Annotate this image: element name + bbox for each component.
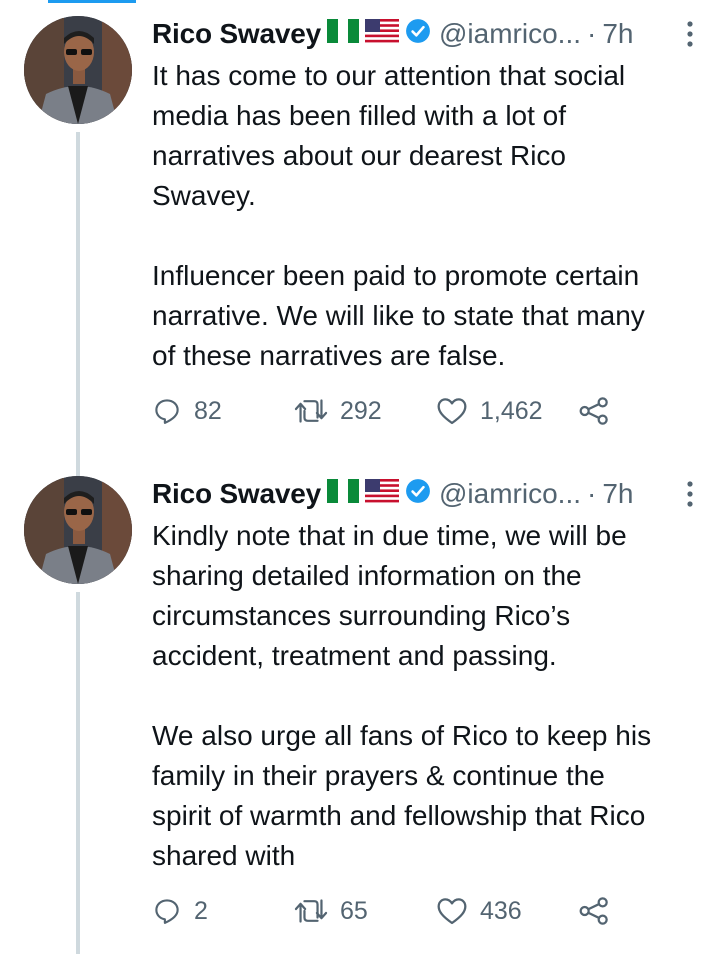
- tweet-text: Kindly note that in due time, we will be…: [152, 516, 700, 876]
- thread-line: [76, 592, 80, 954]
- text-line: of these narratives are false.: [152, 340, 506, 371]
- author-name[interactable]: Rico Swavey: [152, 478, 321, 510]
- usa-flag-icon: [365, 18, 399, 50]
- text-line: accident, treatment and passing.: [152, 640, 557, 671]
- reply-button[interactable]: 2: [152, 896, 294, 926]
- tweet-text: It has come to our attention that social…: [152, 56, 700, 376]
- retweet-count: 65: [340, 896, 368, 925]
- tweet-header: Rico Swavey @iamrico... · 7h: [152, 472, 700, 516]
- usa-flag-icon: [365, 478, 399, 510]
- text-line: spirit of warmth and fellowship that Ric…: [152, 800, 646, 831]
- tweet-header: Rico Swavey @iamrico... · 7h: [152, 12, 700, 56]
- avatar[interactable]: [24, 16, 132, 124]
- author-handle[interactable]: @iamrico...: [439, 478, 581, 510]
- share-icon: [579, 397, 608, 425]
- text-line: Kindly note that in due time, we will be: [152, 520, 627, 551]
- text-line: narratives about our dearest Rico: [152, 140, 566, 171]
- reply-icon: [155, 899, 179, 924]
- separator-dot: ·: [587, 18, 597, 49]
- tweet-actions: 2 65 436: [152, 896, 610, 926]
- author-name[interactable]: Rico Swavey: [152, 18, 321, 50]
- tweet[interactable]: Rico Swavey @iamrico... · 7h Kindly note…: [0, 472, 720, 954]
- text-line: narrative. We will like to state that ma…: [152, 300, 645, 331]
- tweet-actions: 82 292 1,462: [152, 396, 610, 426]
- reply-icon: [155, 399, 179, 424]
- text-line: Swavey.: [152, 180, 256, 211]
- thread-line: [76, 132, 80, 477]
- top-accent-bar: [48, 0, 136, 3]
- avatar[interactable]: [24, 476, 132, 584]
- text-line: We also urge all fans of Rico to keep hi…: [152, 720, 652, 751]
- reply-count: 82: [194, 396, 222, 425]
- more-options-icon[interactable]: [684, 20, 696, 53]
- nigeria-flag-icon: [327, 18, 359, 50]
- verified-badge-icon: [405, 478, 431, 511]
- retweet-button[interactable]: 65: [294, 896, 436, 926]
- heart-icon: [437, 898, 467, 925]
- like-button[interactable]: 436: [436, 896, 578, 926]
- heart-icon: [437, 398, 467, 425]
- author-handle[interactable]: @iamrico...: [439, 18, 581, 50]
- share-icon: [579, 897, 608, 925]
- text-line: Influencer been paid to promote certain: [152, 260, 640, 291]
- tweet-timestamp[interactable]: 7h: [602, 478, 633, 510]
- retweet-count: 292: [340, 396, 382, 425]
- like-count: 436: [480, 896, 522, 925]
- retweet-button[interactable]: 292: [294, 396, 436, 426]
- separator-dot: ·: [587, 478, 597, 509]
- retweet-icon: [294, 399, 328, 423]
- text-line: media has been filled with a lot of: [152, 100, 567, 131]
- reply-button[interactable]: 82: [152, 396, 294, 426]
- tweet-timestamp[interactable]: 7h: [602, 18, 633, 50]
- nigeria-flag-icon: [327, 478, 359, 510]
- retweet-icon: [294, 899, 328, 923]
- reply-count: 2: [194, 896, 208, 925]
- more-options-icon[interactable]: [684, 480, 696, 513]
- text-line: circumstances surrounding Rico’s: [152, 600, 571, 631]
- share-button[interactable]: [578, 896, 610, 926]
- text-line: shared with: [152, 840, 296, 871]
- tweet[interactable]: Rico Swavey @iamrico... · 7h It has come…: [0, 12, 720, 477]
- text-line: It has come to our attention that social: [152, 60, 626, 91]
- like-button[interactable]: 1,462: [436, 396, 578, 426]
- verified-badge-icon: [405, 18, 431, 51]
- like-count: 1,462: [480, 396, 543, 425]
- text-line: sharing detailed information on the: [152, 560, 582, 591]
- text-line: family in their prayers & continue the: [152, 760, 605, 791]
- share-button[interactable]: [578, 396, 610, 426]
